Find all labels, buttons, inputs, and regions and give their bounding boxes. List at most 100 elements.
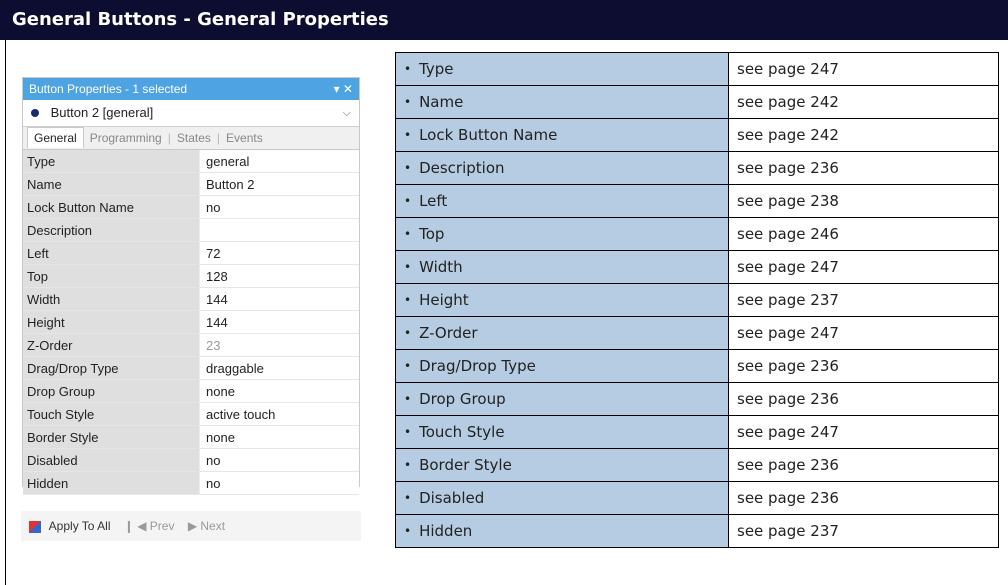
panel-footer: Apply To All ❙ ◀ Prev ▶ Next xyxy=(21,511,361,541)
property-row[interactable]: Name Button 2 xyxy=(23,172,359,196)
reference-property-name: Width xyxy=(419,258,463,276)
reference-property-name: Type xyxy=(419,60,454,78)
property-value[interactable]: none xyxy=(199,379,359,403)
button-dot-icon xyxy=(31,108,39,117)
reference-row: • Drag/Drop Type see page 236 xyxy=(395,349,999,383)
reference-page-cell: see page 247 xyxy=(728,415,999,449)
apply-to-all-icon xyxy=(29,520,41,533)
property-row[interactable]: Drop Group none xyxy=(23,379,359,403)
property-row[interactable]: Width 144 xyxy=(23,287,359,311)
property-row[interactable]: Touch Style active touch xyxy=(23,402,359,426)
reference-page-cell: see page 236 xyxy=(728,349,999,383)
property-row[interactable]: Left 72 xyxy=(23,241,359,265)
property-name: Border Style xyxy=(23,425,200,449)
property-value[interactable]: no xyxy=(199,195,359,219)
property-value[interactable]: 144 xyxy=(199,287,359,311)
reference-property-name: Height xyxy=(419,291,469,309)
reference-row: • Border Style see page 236 xyxy=(395,448,999,482)
property-name: Name xyxy=(23,172,200,196)
property-row[interactable]: Hidden no xyxy=(23,471,359,495)
panel-header-controls[interactable]: ▾ ✕ xyxy=(334,78,353,100)
tab-general[interactable]: General xyxy=(27,127,84,148)
reference-property-cell: • Disabled xyxy=(395,481,729,515)
property-name: Drag/Drop Type xyxy=(23,356,200,380)
property-name: Hidden xyxy=(23,471,200,495)
property-row[interactable]: Description xyxy=(23,218,359,242)
property-row[interactable]: Disabled no xyxy=(23,448,359,472)
tab-states[interactable]: States xyxy=(171,131,217,145)
property-value[interactable]: 23 xyxy=(199,333,359,357)
reference-row: • Type see page 247 xyxy=(395,52,999,86)
bullet-icon: • xyxy=(404,227,412,241)
next-button[interactable]: ▶ Next xyxy=(188,519,225,533)
property-row[interactable]: Type general xyxy=(23,150,359,173)
property-value[interactable]: 144 xyxy=(199,310,359,334)
property-value[interactable]: general xyxy=(199,150,359,173)
reference-property-cell: • Border Style xyxy=(395,448,729,482)
property-value[interactable] xyxy=(199,218,359,242)
section-title: General Buttons - General Properties xyxy=(0,0,1008,40)
reference-row: • Height see page 237 xyxy=(395,283,999,317)
reference-row: • Drop Group see page 236 xyxy=(395,382,999,416)
reference-property-cell: • Name xyxy=(395,85,729,119)
property-value[interactable]: no xyxy=(199,448,359,472)
property-name: Disabled xyxy=(23,448,200,472)
reference-property-name: Hidden xyxy=(419,522,473,540)
property-row[interactable]: Border Style none xyxy=(23,425,359,449)
property-name: Touch Style xyxy=(23,402,200,426)
reference-property-name: Top xyxy=(419,225,445,243)
property-value[interactable]: 72 xyxy=(199,241,359,265)
property-name: Type xyxy=(23,150,200,173)
panel-header: Button Properties - 1 selected ▾ ✕ xyxy=(23,78,359,100)
reference-row: • Z-Order see page 247 xyxy=(395,316,999,350)
bullet-icon: • xyxy=(404,359,412,373)
bullet-icon: • xyxy=(404,524,412,538)
tab-events[interactable]: Events xyxy=(220,131,269,145)
property-row[interactable]: Top 128 xyxy=(23,264,359,288)
property-row[interactable]: Lock Button Name no xyxy=(23,195,359,219)
apply-to-all-button[interactable]: Apply To All xyxy=(49,519,111,533)
property-value[interactable]: Button 2 xyxy=(199,172,359,196)
reference-property-cell: • Top xyxy=(395,217,729,251)
property-value[interactable]: no xyxy=(199,471,359,495)
prev-button[interactable]: ❙ ◀ Prev xyxy=(124,519,175,533)
reference-page-cell: see page 247 xyxy=(728,316,999,350)
bullet-icon: • xyxy=(404,95,412,109)
property-value[interactable]: 128 xyxy=(199,264,359,288)
reference-property-cell: • Lock Button Name xyxy=(395,118,729,152)
button-selector[interactable]: Button 2 [general] ⌵ xyxy=(23,100,359,127)
bullet-icon: • xyxy=(404,392,412,406)
reference-row: • Description see page 236 xyxy=(395,151,999,185)
reference-page-cell: see page 247 xyxy=(728,52,999,86)
reference-property-name: Drop Group xyxy=(419,390,506,408)
reference-property-cell: • Touch Style xyxy=(395,415,729,449)
panel-tabs: General Programming | States | Events xyxy=(23,127,359,150)
property-name: Left xyxy=(23,241,200,265)
reference-page-cell: see page 236 xyxy=(728,382,999,416)
reference-page-cell: see page 247 xyxy=(728,250,999,284)
property-value[interactable]: none xyxy=(199,425,359,449)
property-name: Height xyxy=(23,310,200,334)
reference-page-cell: see page 236 xyxy=(728,448,999,482)
property-row[interactable]: Z-Order 23 xyxy=(23,333,359,357)
reference-page-cell: see page 246 xyxy=(728,217,999,251)
property-row[interactable]: Drag/Drop Type draggable xyxy=(23,356,359,380)
reference-property-name: Z-Order xyxy=(419,324,478,342)
property-name: Width xyxy=(23,287,200,311)
reference-row: • Left see page 238 xyxy=(395,184,999,218)
property-value[interactable]: draggable xyxy=(199,356,359,380)
document-section: General Buttons - General Properties But… xyxy=(0,0,1008,585)
property-value[interactable]: active touch xyxy=(199,402,359,426)
reference-property-name: Lock Button Name xyxy=(419,126,558,144)
panel-header-title: Button Properties - 1 selected xyxy=(29,82,188,96)
bullet-icon: • xyxy=(404,326,412,340)
tab-programming[interactable]: Programming xyxy=(84,131,168,145)
bullet-icon: • xyxy=(404,161,412,175)
property-name: Z-Order xyxy=(23,333,200,357)
property-row[interactable]: Height 144 xyxy=(23,310,359,334)
bullet-icon: • xyxy=(404,194,412,208)
reference-row: • Top see page 246 xyxy=(395,217,999,251)
reference-row: • Name see page 242 xyxy=(395,85,999,119)
reference-property-cell: • Left xyxy=(395,184,729,218)
chevron-down-icon[interactable]: ⌵ xyxy=(343,100,351,126)
